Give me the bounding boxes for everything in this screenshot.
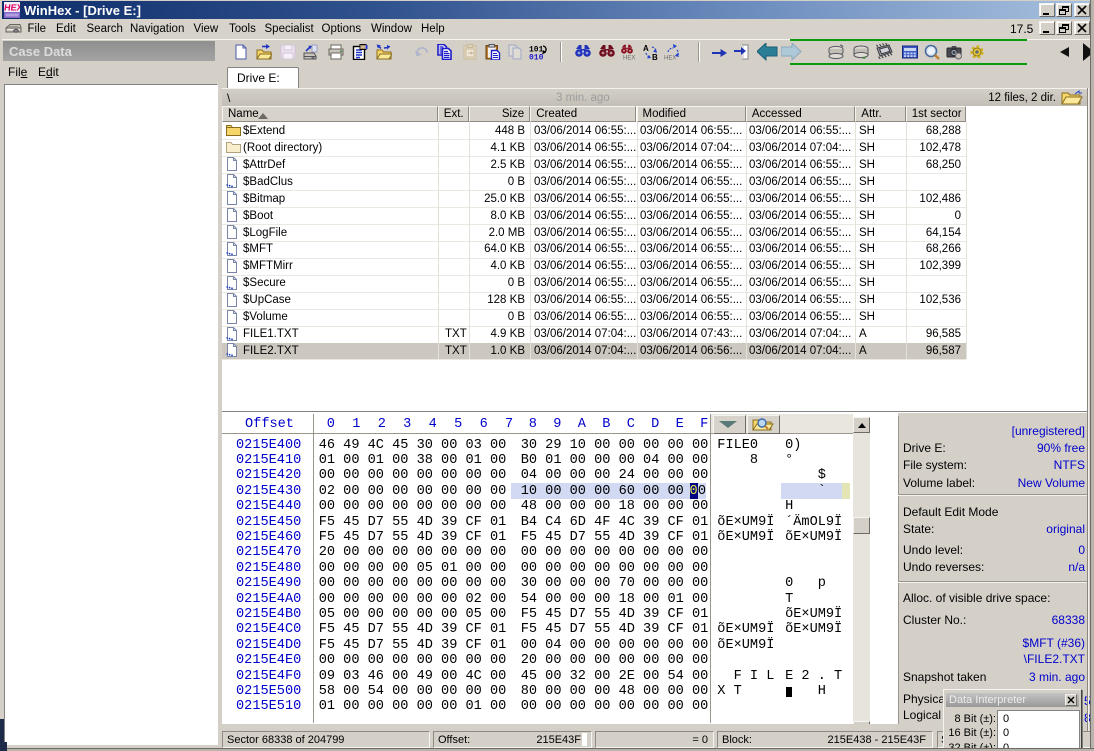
svg-text:HEX: HEX: [664, 56, 676, 61]
svg-text:HEX: HEX: [623, 56, 635, 61]
svg-text:HEX: HEX: [4, 3, 20, 13]
svg-text:B: B: [652, 53, 658, 60]
svg-text:010: 010: [529, 54, 544, 61]
svg-text:A: A: [643, 44, 649, 53]
